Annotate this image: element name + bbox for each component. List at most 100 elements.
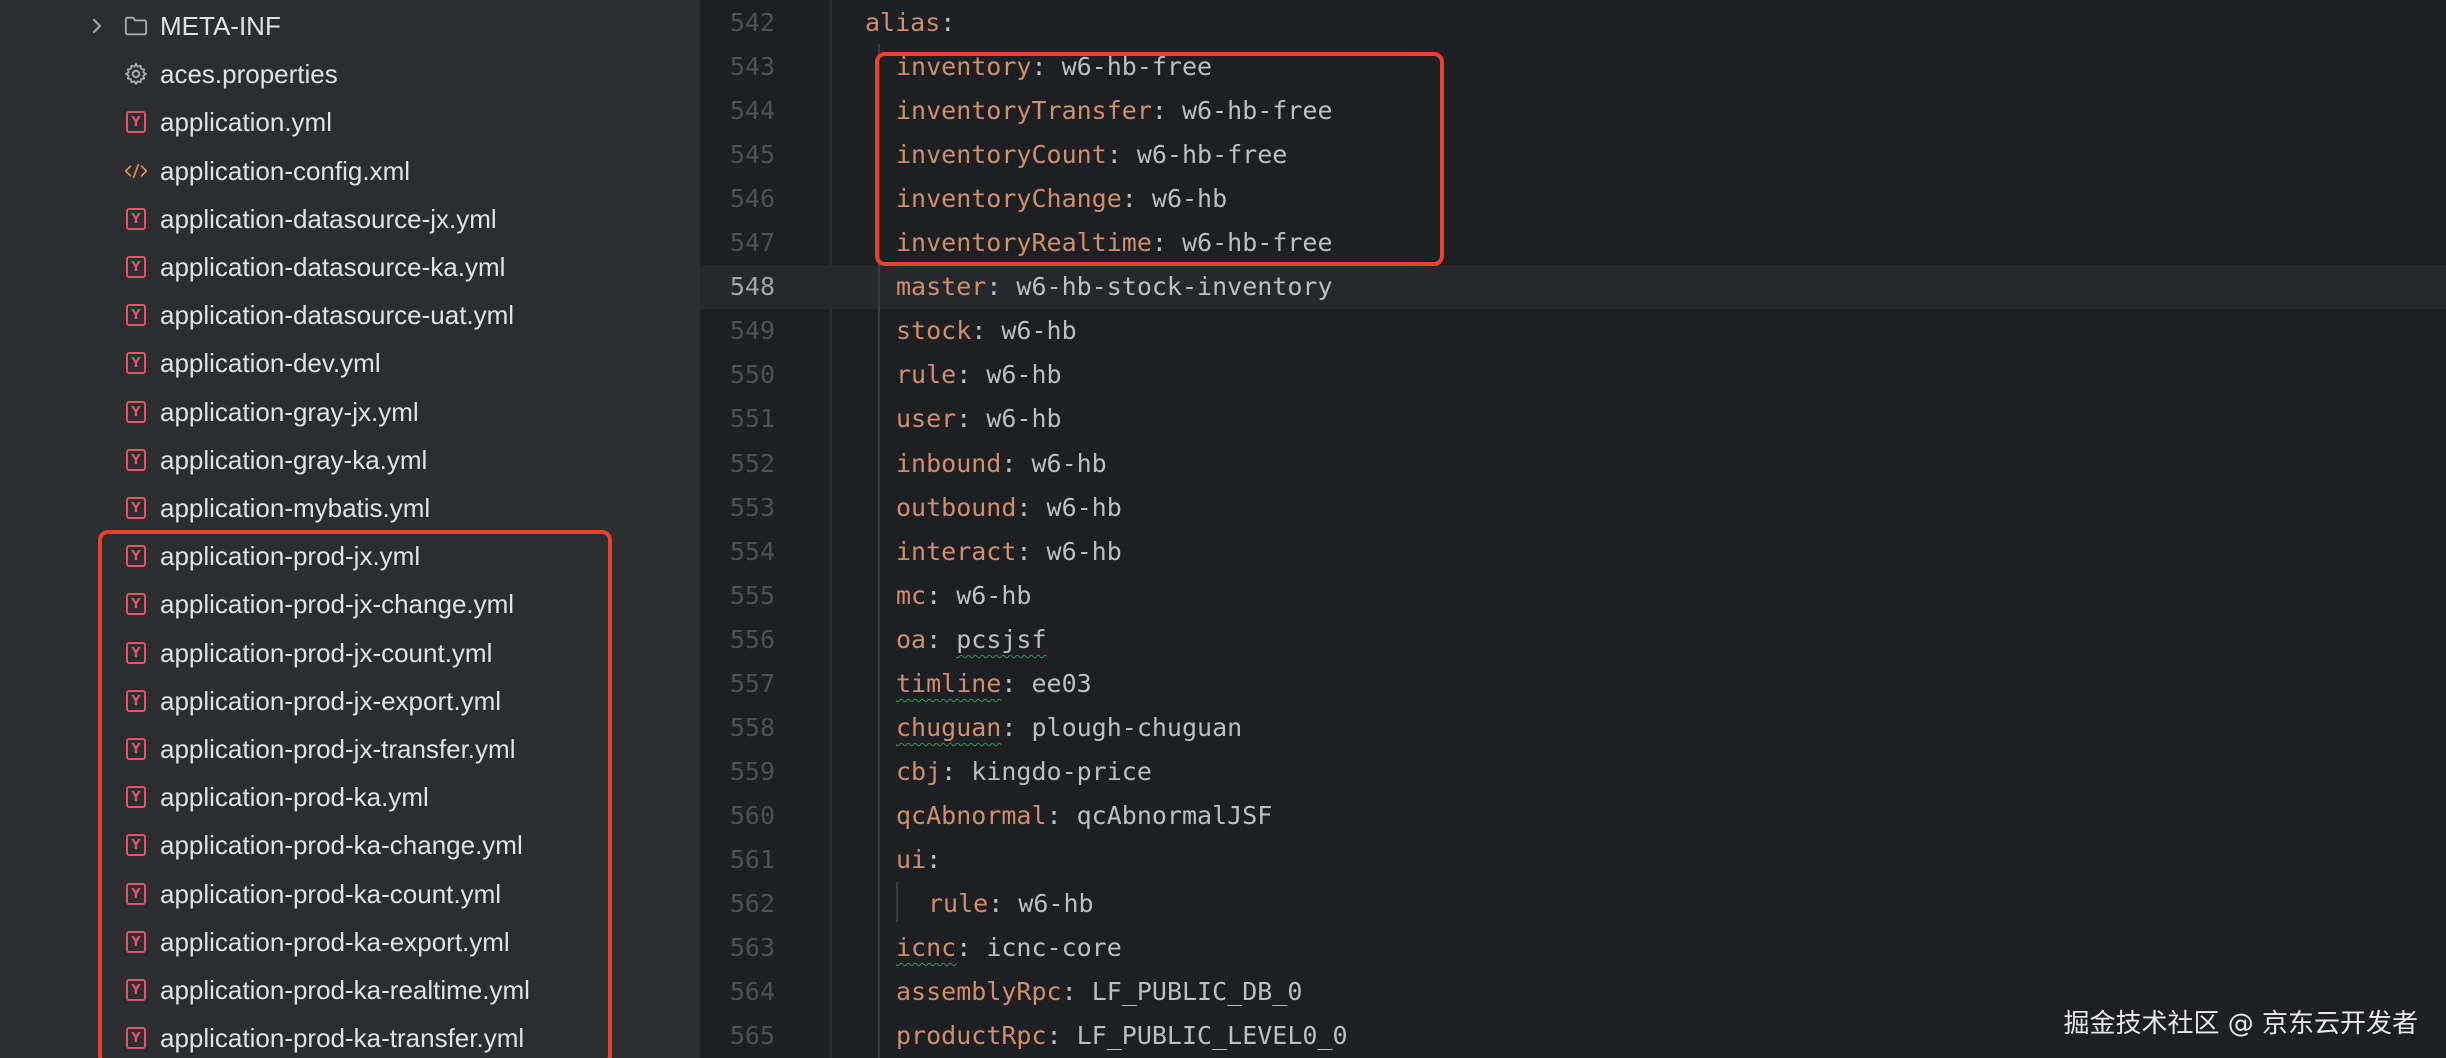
- tree-item-label: application-prod-jx-change.yml: [160, 589, 515, 619]
- line-number: 559: [729, 757, 775, 786]
- watermark: 掘金技术社区 @ 京东云开发者: [2063, 1009, 2418, 1039]
- code-text: mc: w6-hb: [896, 574, 1031, 618]
- code-text: cbj: kingdo-price: [896, 750, 1152, 794]
- tree-item[interactable]: Yapplication-prod-ka-change.yml: [0, 821, 700, 869]
- tree-item-label: application-datasource-ka.yml: [160, 252, 506, 282]
- yaml-colon: :: [1001, 713, 1032, 742]
- yaml-colon: :: [988, 889, 1019, 918]
- yaml-value: w6-hb: [986, 404, 1062, 433]
- line-number: 548: [729, 272, 775, 301]
- code-line[interactable]: 550 rule: w6-hb: [700, 353, 2446, 397]
- tree-item[interactable]: Yapplication-mybatis.yml: [0, 484, 700, 532]
- code-line[interactable]: 544 inventoryTransfer: w6-hb-free: [700, 89, 2446, 133]
- code-line[interactable]: 557 timline: ee03: [700, 662, 2446, 706]
- code-line[interactable]: 555 mc: w6-hb: [700, 574, 2446, 618]
- tree-item[interactable]: Yapplication-gray-ka.yml: [0, 436, 700, 484]
- tree-item[interactable]: Yapplication-datasource-jx.yml: [0, 195, 700, 243]
- tree-item-label: application-prod-ka-transfer.yml: [160, 1023, 525, 1053]
- yaml-colon: :: [1121, 184, 1152, 213]
- yaml-colon: :: [1046, 801, 1077, 830]
- yml-icon: Y: [124, 978, 148, 1002]
- yml-icon: Y: [124, 544, 148, 568]
- tree-item[interactable]: Yapplication-prod-jx-transfer.yml: [0, 725, 700, 773]
- tree-item-label: application-gray-jx.yml: [160, 397, 419, 427]
- project-tree: META-INF aces.properties Yapplication.yml a…: [0, 0, 700, 1058]
- yaml-key: qcAbnormal: [896, 801, 1047, 830]
- tree-item[interactable]: Yapplication-prod-jx-count.yml: [0, 629, 700, 677]
- code-line[interactable]: 547 inventoryRealtime: w6-hb-free: [700, 221, 2446, 265]
- tree-item[interactable]: Yapplication-prod-ka.yml: [0, 773, 700, 821]
- tree-item-label: application-prod-jx-export.yml: [160, 686, 502, 716]
- code-line[interactable]: 548 master: w6-hb-stock-inventory: [700, 265, 2446, 309]
- line-number: 542: [729, 8, 775, 37]
- yaml-colon: :: [1001, 669, 1032, 698]
- yaml-value: kingdo-price: [971, 757, 1152, 786]
- yaml-colon: :: [1151, 96, 1182, 125]
- tree-item[interactable]: Yapplication-prod-jx-change.yml: [0, 580, 700, 628]
- yaml-value: w6-hb-free: [1061, 52, 1213, 81]
- tree-item[interactable]: Yapplication-prod-ka-export.yml: [0, 918, 700, 966]
- yaml-value: qcAbnormalJSF: [1076, 801, 1273, 830]
- yaml-colon: :: [956, 933, 987, 962]
- tree-item[interactable]: META-INF: [0, 2, 700, 50]
- code-line[interactable]: 553 outbound: w6-hb: [700, 486, 2446, 530]
- tree-item-label: application-prod-ka-count.yml: [160, 879, 502, 909]
- yaml-value: w6-hb: [1018, 889, 1094, 918]
- chevron-right-icon[interactable]: [86, 15, 108, 37]
- tree-item[interactable]: Yapplication-prod-ka-realtime.yml: [0, 966, 700, 1014]
- yml-icon: Y: [124, 641, 148, 665]
- code-line[interactable]: 556 oa: pcsjsf: [700, 618, 2446, 662]
- yaml-key: rule: [928, 889, 989, 918]
- yaml-key: productRpc: [896, 1021, 1047, 1050]
- code-line[interactable]: 549 stock: w6-hb: [700, 309, 2446, 353]
- line-number: 546: [729, 184, 775, 213]
- code-line[interactable]: 558 chuguan: plough-chuguan: [700, 706, 2446, 750]
- line-number: 544: [729, 96, 775, 125]
- code-text: outbound: w6-hb: [896, 486, 1122, 530]
- line-number: 554: [729, 537, 775, 566]
- code-line[interactable]: 545 inventoryCount: w6-hb-free: [700, 133, 2446, 177]
- code-line[interactable]: 563 icnc: icnc-core: [700, 926, 2446, 970]
- code-line[interactable]: 551 user: w6-hb: [700, 397, 2446, 441]
- tree-item[interactable]: Yapplication-datasource-uat.yml: [0, 291, 700, 339]
- tree-item[interactable]: Yapplication-prod-jx.yml: [0, 532, 700, 580]
- code-line[interactable]: 552 inbound: w6-hb: [700, 442, 2446, 486]
- yaml-value: pcsjsf: [956, 625, 1047, 654]
- line-number: 551: [729, 404, 775, 433]
- yml-icon: Y: [124, 496, 148, 520]
- code-line[interactable]: 554 interact: w6-hb: [700, 530, 2446, 574]
- tree-item-label: application-prod-ka-export.yml: [160, 927, 510, 957]
- code-line[interactable]: 561 ui:: [700, 838, 2446, 882]
- tree-item[interactable]: Yapplication-gray-jx.yml: [0, 388, 700, 436]
- code-line[interactable]: 546 inventoryChange: w6-hb: [700, 177, 2446, 221]
- yml-icon: Y: [124, 303, 148, 327]
- tree-item[interactable]: application-config.xml: [0, 147, 700, 195]
- yaml-key: inventoryChange: [896, 184, 1122, 213]
- line-number: 558: [729, 713, 775, 742]
- code-line[interactable]: 543 inventory: w6-hb-free: [700, 45, 2446, 89]
- code-line[interactable]: 559 cbj: kingdo-price: [700, 750, 2446, 794]
- tree-item[interactable]: Yapplication-prod-ka-transfer.yml: [0, 1014, 700, 1058]
- yaml-key: user: [896, 404, 957, 433]
- code-line[interactable]: 560 qcAbnormal: qcAbnormalJSF: [700, 794, 2446, 838]
- code-text: master: w6-hb-stock-inventory: [896, 265, 1333, 309]
- yaml-key: inventory: [896, 52, 1032, 81]
- yaml-key: stock: [896, 316, 972, 345]
- tree-item[interactable]: aces.properties: [0, 50, 700, 98]
- tree-item[interactable]: Yapplication-dev.yml: [0, 339, 700, 387]
- tree-item[interactable]: Yapplication-prod-ka-count.yml: [0, 870, 700, 918]
- tree-item-label: application-prod-ka-change.yml: [160, 830, 523, 860]
- tree-item[interactable]: Yapplication-prod-jx-export.yml: [0, 677, 700, 725]
- code-editor[interactable]: 542 alias: 543 inventory: w6-hb-free 544 inve…: [700, 0, 2446, 1058]
- code-line[interactable]: 542 alias:: [700, 1, 2446, 45]
- tree-item-label: application-datasource-jx.yml: [160, 204, 497, 234]
- tree-item[interactable]: Yapplication.yml: [0, 98, 700, 146]
- line-number: 553: [729, 493, 775, 522]
- yaml-value: ee03: [1031, 669, 1092, 698]
- code-text: inventoryRealtime: w6-hb-free: [896, 221, 1333, 265]
- code-text: rule: w6-hb: [928, 882, 1094, 926]
- code-line[interactable]: 562 rule: w6-hb: [700, 882, 2446, 926]
- tree-item[interactable]: Yapplication-datasource-ka.yml: [0, 243, 700, 291]
- tree-item-label: aces.properties: [160, 59, 338, 89]
- tree-item-label: application-prod-ka.yml: [160, 782, 429, 812]
